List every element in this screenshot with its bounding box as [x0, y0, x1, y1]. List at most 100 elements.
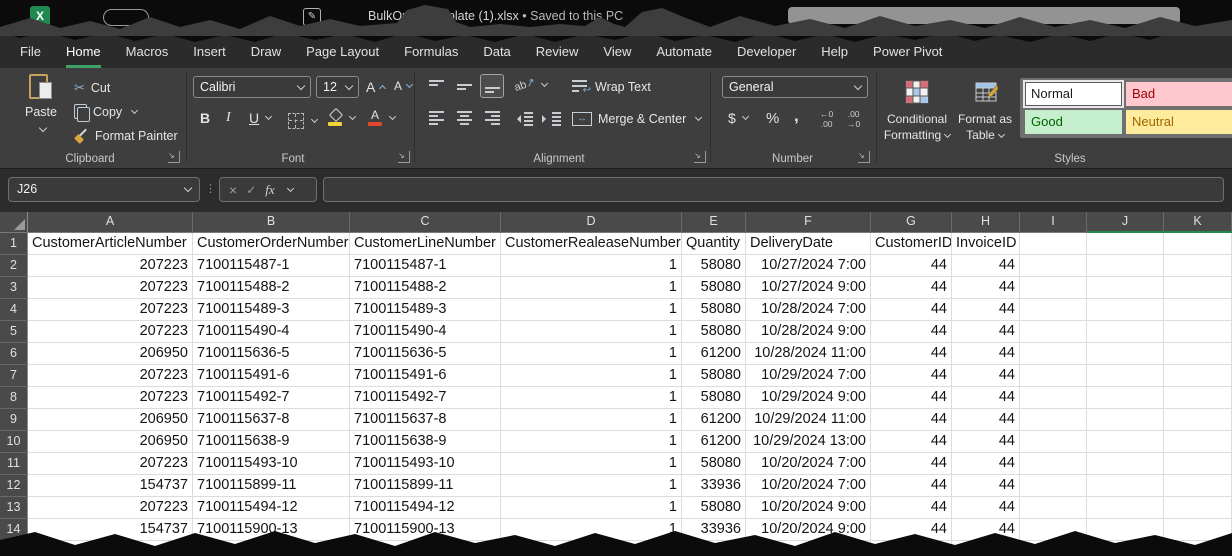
orientation-button[interactable]: ab↗	[514, 78, 547, 91]
merge-center-button[interactable]: ↔ Merge & Center	[572, 112, 701, 126]
row-header-9[interactable]: 9	[0, 409, 28, 431]
cell-H10[interactable]: 44	[952, 431, 1020, 453]
cell-F9[interactable]: 10/29/2024 11:00	[746, 409, 871, 431]
cell-H13[interactable]: 44	[952, 497, 1020, 519]
font-color-button[interactable]: A	[368, 110, 395, 126]
cell-E2[interactable]: 58080	[682, 255, 746, 277]
cell-A13[interactable]: 207223	[28, 497, 193, 519]
borders-chevron-down-icon[interactable]	[311, 116, 318, 123]
accounting-format-button[interactable]: $	[728, 110, 748, 126]
cell-F11[interactable]: 10/20/2024 7:00	[746, 453, 871, 475]
cell-D11[interactable]: 1	[501, 453, 682, 475]
select-all-corner[interactable]	[0, 212, 28, 233]
cell-A5[interactable]: 207223	[28, 321, 193, 343]
cell-C9[interactable]: 7100115637-8	[350, 409, 501, 431]
cell-J5[interactable]	[1087, 321, 1164, 343]
underline-chevron-down-icon[interactable]	[265, 113, 272, 120]
cell-I7[interactable]	[1020, 365, 1087, 387]
cell-K8[interactable]	[1164, 387, 1232, 409]
cell-K11[interactable]	[1164, 453, 1232, 475]
cell-I10[interactable]	[1020, 431, 1087, 453]
cell-E7[interactable]: 58080	[682, 365, 746, 387]
cell-A7[interactable]: 207223	[28, 365, 193, 387]
cell-J6[interactable]	[1087, 343, 1164, 365]
cell-I11[interactable]	[1020, 453, 1087, 475]
cell-B6[interactable]: 7100115636-5	[193, 343, 350, 365]
cell-C13[interactable]: 7100115494-12	[350, 497, 501, 519]
tab-formulas[interactable]: Formulas	[404, 36, 458, 68]
number-format-combo[interactable]: General	[722, 76, 868, 98]
cell-C11[interactable]: 7100115493-10	[350, 453, 501, 475]
row-header-14[interactable]: 14	[0, 519, 28, 541]
cell-E13[interactable]: 58080	[682, 497, 746, 519]
cell-D14[interactable]: 1	[501, 519, 682, 541]
cell-A4[interactable]: 207223	[28, 299, 193, 321]
cell-H1[interactable]: InvoiceID	[952, 233, 1020, 255]
cell-A1[interactable]: CustomerArticleNumber	[28, 233, 193, 255]
cell-E1[interactable]: Quantity	[682, 233, 746, 255]
cell-A11[interactable]: 207223	[28, 453, 193, 475]
cell-J1[interactable]	[1087, 233, 1164, 255]
cell-G12[interactable]: 44	[871, 475, 952, 497]
cut-button[interactable]: ✂ Cut	[74, 80, 110, 96]
cell-K1[interactable]	[1164, 233, 1232, 255]
format-as-table-chevron-down-icon[interactable]	[998, 131, 1005, 138]
cell-F14[interactable]: 10/20/2024 9:00	[746, 519, 871, 541]
cell-K6[interactable]	[1164, 343, 1232, 365]
cell-H9[interactable]: 44	[952, 409, 1020, 431]
cell-K5[interactable]	[1164, 321, 1232, 343]
cell-H8[interactable]: 44	[952, 387, 1020, 409]
cell-J12[interactable]	[1087, 475, 1164, 497]
cell-G6[interactable]: 44	[871, 343, 952, 365]
cell-A3[interactable]: 207223	[28, 277, 193, 299]
font-color-chevron-down-icon[interactable]	[389, 113, 396, 120]
accounting-chevron-down-icon[interactable]	[742, 113, 749, 120]
middle-align-button[interactable]	[452, 74, 476, 98]
cell-D2[interactable]: 1	[501, 255, 682, 277]
column-header-g[interactable]: G	[871, 212, 952, 233]
cell-I6[interactable]	[1020, 343, 1087, 365]
column-header-c[interactable]: C	[350, 212, 501, 233]
align-right-button[interactable]	[480, 106, 504, 130]
cell-B8[interactable]: 7100115492-7	[193, 387, 350, 409]
cell-H5[interactable]: 44	[952, 321, 1020, 343]
cell-empty[interactable]	[682, 541, 746, 556]
tab-automate[interactable]: Automate	[656, 36, 712, 68]
tab-home[interactable]: Home	[66, 36, 101, 68]
cell-empty[interactable]	[1020, 541, 1087, 556]
cell-B1[interactable]: CustomerOrderNumber	[193, 233, 350, 255]
cell-F7[interactable]: 10/29/2024 7:00	[746, 365, 871, 387]
row-header-4[interactable]: 4	[0, 299, 28, 321]
cell-G4[interactable]: 44	[871, 299, 952, 321]
name-box[interactable]: J26	[8, 177, 200, 202]
cell-A10[interactable]: 206950	[28, 431, 193, 453]
tab-power-pivot[interactable]: Power Pivot	[873, 36, 942, 68]
cell-I8[interactable]	[1020, 387, 1087, 409]
cell-G14[interactable]: 44	[871, 519, 952, 541]
cell-C3[interactable]: 7100115488-2	[350, 277, 501, 299]
cell-K9[interactable]	[1164, 409, 1232, 431]
cell-E6[interactable]: 61200	[682, 343, 746, 365]
cell-J14[interactable]	[1087, 519, 1164, 541]
underline-button[interactable]: U	[249, 110, 271, 126]
column-header-i[interactable]: I	[1020, 212, 1087, 233]
cell-G7[interactable]: 44	[871, 365, 952, 387]
cell-G11[interactable]: 44	[871, 453, 952, 475]
row-header-2[interactable]: 2	[0, 255, 28, 277]
clipboard-dialog-launcher[interactable]: ↘	[168, 151, 180, 163]
tab-help[interactable]: Help	[821, 36, 848, 68]
insert-function-icon[interactable]: fx	[265, 182, 274, 198]
fill-color-chevron-down-icon[interactable]	[349, 113, 356, 120]
tab-macros[interactable]: Macros	[126, 36, 169, 68]
formula-input[interactable]	[323, 177, 1224, 202]
cell-K10[interactable]	[1164, 431, 1232, 453]
cell-G13[interactable]: 44	[871, 497, 952, 519]
cell-F10[interactable]: 10/29/2024 13:00	[746, 431, 871, 453]
cell-I1[interactable]	[1020, 233, 1087, 255]
cell-H3[interactable]: 44	[952, 277, 1020, 299]
cell-G3[interactable]: 44	[871, 277, 952, 299]
formula-chevron-down-icon[interactable]	[287, 184, 294, 191]
font-size-combo[interactable]: 12	[316, 76, 359, 98]
cell-E5[interactable]: 58080	[682, 321, 746, 343]
cell-empty[interactable]	[1087, 541, 1164, 556]
